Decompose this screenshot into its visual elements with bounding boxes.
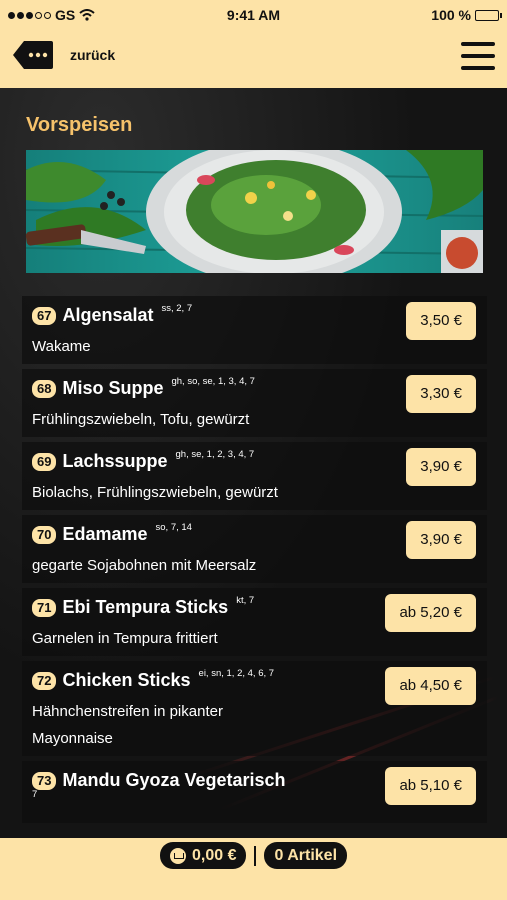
item-number-badge: 68 bbox=[32, 379, 57, 398]
item-allergens: so, 7, 14 bbox=[155, 522, 192, 533]
salad-plate-image bbox=[26, 150, 483, 273]
back-label: zurück bbox=[70, 47, 116, 63]
price-button[interactable]: 3,50 € bbox=[406, 302, 476, 340]
cart-total: 0,00 € bbox=[191, 847, 237, 864]
price-button[interactable]: ab 5,20 € bbox=[385, 594, 476, 632]
price-button[interactable]: ab 5,10 € bbox=[385, 767, 476, 805]
back-button[interactable]: zurück bbox=[12, 40, 115, 70]
price-button[interactable]: ab 4,50 € bbox=[385, 667, 476, 705]
menu-item[interactable]: 72 Chicken Sticks ei, sn, 1, 2, 4, 6, 7 … bbox=[22, 661, 487, 756]
divider bbox=[254, 845, 257, 866]
menu-item[interactable]: 68 Miso Suppe gh, so, se, 1, 3, 4, 7 Frü… bbox=[22, 369, 487, 437]
item-number-badge: 67 bbox=[32, 306, 57, 325]
item-number-badge: 71 bbox=[32, 598, 57, 617]
menu-item-header: 68 Miso Suppe gh, so, se, 1, 3, 4, 7 bbox=[32, 376, 255, 399]
item-name: Ebi Tempura Sticks bbox=[62, 597, 229, 617]
hamburger-bar bbox=[461, 54, 495, 58]
cart-icon bbox=[169, 847, 186, 864]
item-allergens: 7 bbox=[32, 789, 38, 800]
hamburger-bar bbox=[461, 42, 495, 46]
item-number-badge: 69 bbox=[32, 452, 57, 471]
item-description: Garnelen in Tempura frittiert bbox=[32, 630, 218, 647]
item-allergens: gh, se, 1, 2, 3, 4, 7 bbox=[175, 449, 255, 460]
menu-content[interactable]: Vorspeisen 67 Algensalat ss, 2, 7 Wakame… bbox=[0, 88, 507, 838]
price-button[interactable]: 3,90 € bbox=[406, 521, 476, 559]
cart-count-button[interactable]: 0 Artikel bbox=[264, 842, 348, 869]
menu-item-header: 69 Lachssuppe gh, se, 1, 2, 3, 4, 7 bbox=[32, 449, 255, 472]
menu-item-header: 70 Edamame so, 7, 14 bbox=[32, 522, 192, 545]
item-name: Lachssuppe bbox=[62, 451, 168, 471]
back-tag-icon bbox=[13, 41, 53, 69]
item-name: Algensalat bbox=[62, 305, 154, 325]
navigation-bar: zurück bbox=[0, 30, 507, 88]
cart-bar: 0,00 € 0 Artikel bbox=[0, 838, 507, 900]
item-number-badge: 73 bbox=[32, 771, 57, 790]
cart-count: 0 Artikel bbox=[274, 847, 338, 864]
item-name: Mandu Gyoza Vegetarisch bbox=[62, 770, 286, 790]
price-button[interactable]: 3,90 € bbox=[406, 448, 476, 486]
item-name: Edamame bbox=[62, 524, 148, 544]
item-allergens: ss, 2, 7 bbox=[161, 303, 193, 314]
item-allergens: gh, so, se, 1, 3, 4, 7 bbox=[171, 376, 255, 387]
item-description: Biolachs, Frühlingszwiebeln, gewürzt bbox=[32, 484, 278, 501]
hamburger-bar bbox=[461, 66, 495, 70]
menu-item-header: 73 Mandu Gyoza Vegetarisch bbox=[32, 770, 286, 791]
item-description: Hähnchenstreifen in pikanter Mayonnaise bbox=[32, 703, 223, 747]
menu-item-header: 72 Chicken Sticks ei, sn, 1, 2, 4, 6, 7 bbox=[32, 668, 275, 691]
item-description: Wakame bbox=[32, 338, 91, 355]
menu-item[interactable]: 69 Lachssuppe gh, se, 1, 2, 3, 4, 7 Biol… bbox=[22, 442, 487, 510]
menu-item-list: 67 Algensalat ss, 2, 7 Wakame 3,50 € 68 … bbox=[22, 296, 487, 828]
item-name: Miso Suppe bbox=[62, 378, 164, 398]
hamburger-menu-button[interactable] bbox=[461, 40, 495, 72]
status-right: 100 % bbox=[431, 7, 502, 23]
item-allergens: kt, 7 bbox=[236, 595, 255, 606]
item-description: Frühlingszwiebeln, Tofu, gewürzt bbox=[32, 411, 250, 428]
status-bar: GS 9:41 AM 100 % bbox=[0, 0, 507, 30]
item-number-badge: 70 bbox=[32, 525, 57, 544]
menu-item[interactable]: 70 Edamame so, 7, 14 gegarte Sojabohnen … bbox=[22, 515, 487, 583]
category-image bbox=[26, 150, 483, 273]
section-title: Vorspeisen bbox=[26, 114, 133, 136]
item-description: gegarte Sojabohnen mit Meersalz bbox=[32, 557, 257, 574]
menu-item[interactable]: 67 Algensalat ss, 2, 7 Wakame 3,50 € bbox=[22, 296, 487, 364]
menu-item[interactable]: 71 Ebi Tempura Sticks kt, 7 Garnelen in … bbox=[22, 588, 487, 656]
cart-summary: 0,00 € 0 Artikel bbox=[0, 842, 507, 869]
menu-item-header: 67 Algensalat ss, 2, 7 bbox=[32, 303, 193, 326]
menu-item-header: 71 Ebi Tempura Sticks kt, 7 bbox=[32, 595, 255, 618]
item-allergens: ei, sn, 1, 2, 4, 6, 7 bbox=[198, 668, 275, 679]
menu-item[interactable]: 73 Mandu Gyoza Vegetarisch 7 ab 5,10 € bbox=[22, 761, 487, 823]
price-button[interactable]: 3,30 € bbox=[406, 375, 476, 413]
battery-label: 100 % bbox=[431, 7, 471, 23]
item-number-badge: 72 bbox=[32, 671, 57, 690]
battery-icon bbox=[475, 9, 502, 21]
cart-total-button[interactable]: 0,00 € bbox=[159, 842, 247, 869]
item-name: Chicken Sticks bbox=[62, 670, 191, 690]
